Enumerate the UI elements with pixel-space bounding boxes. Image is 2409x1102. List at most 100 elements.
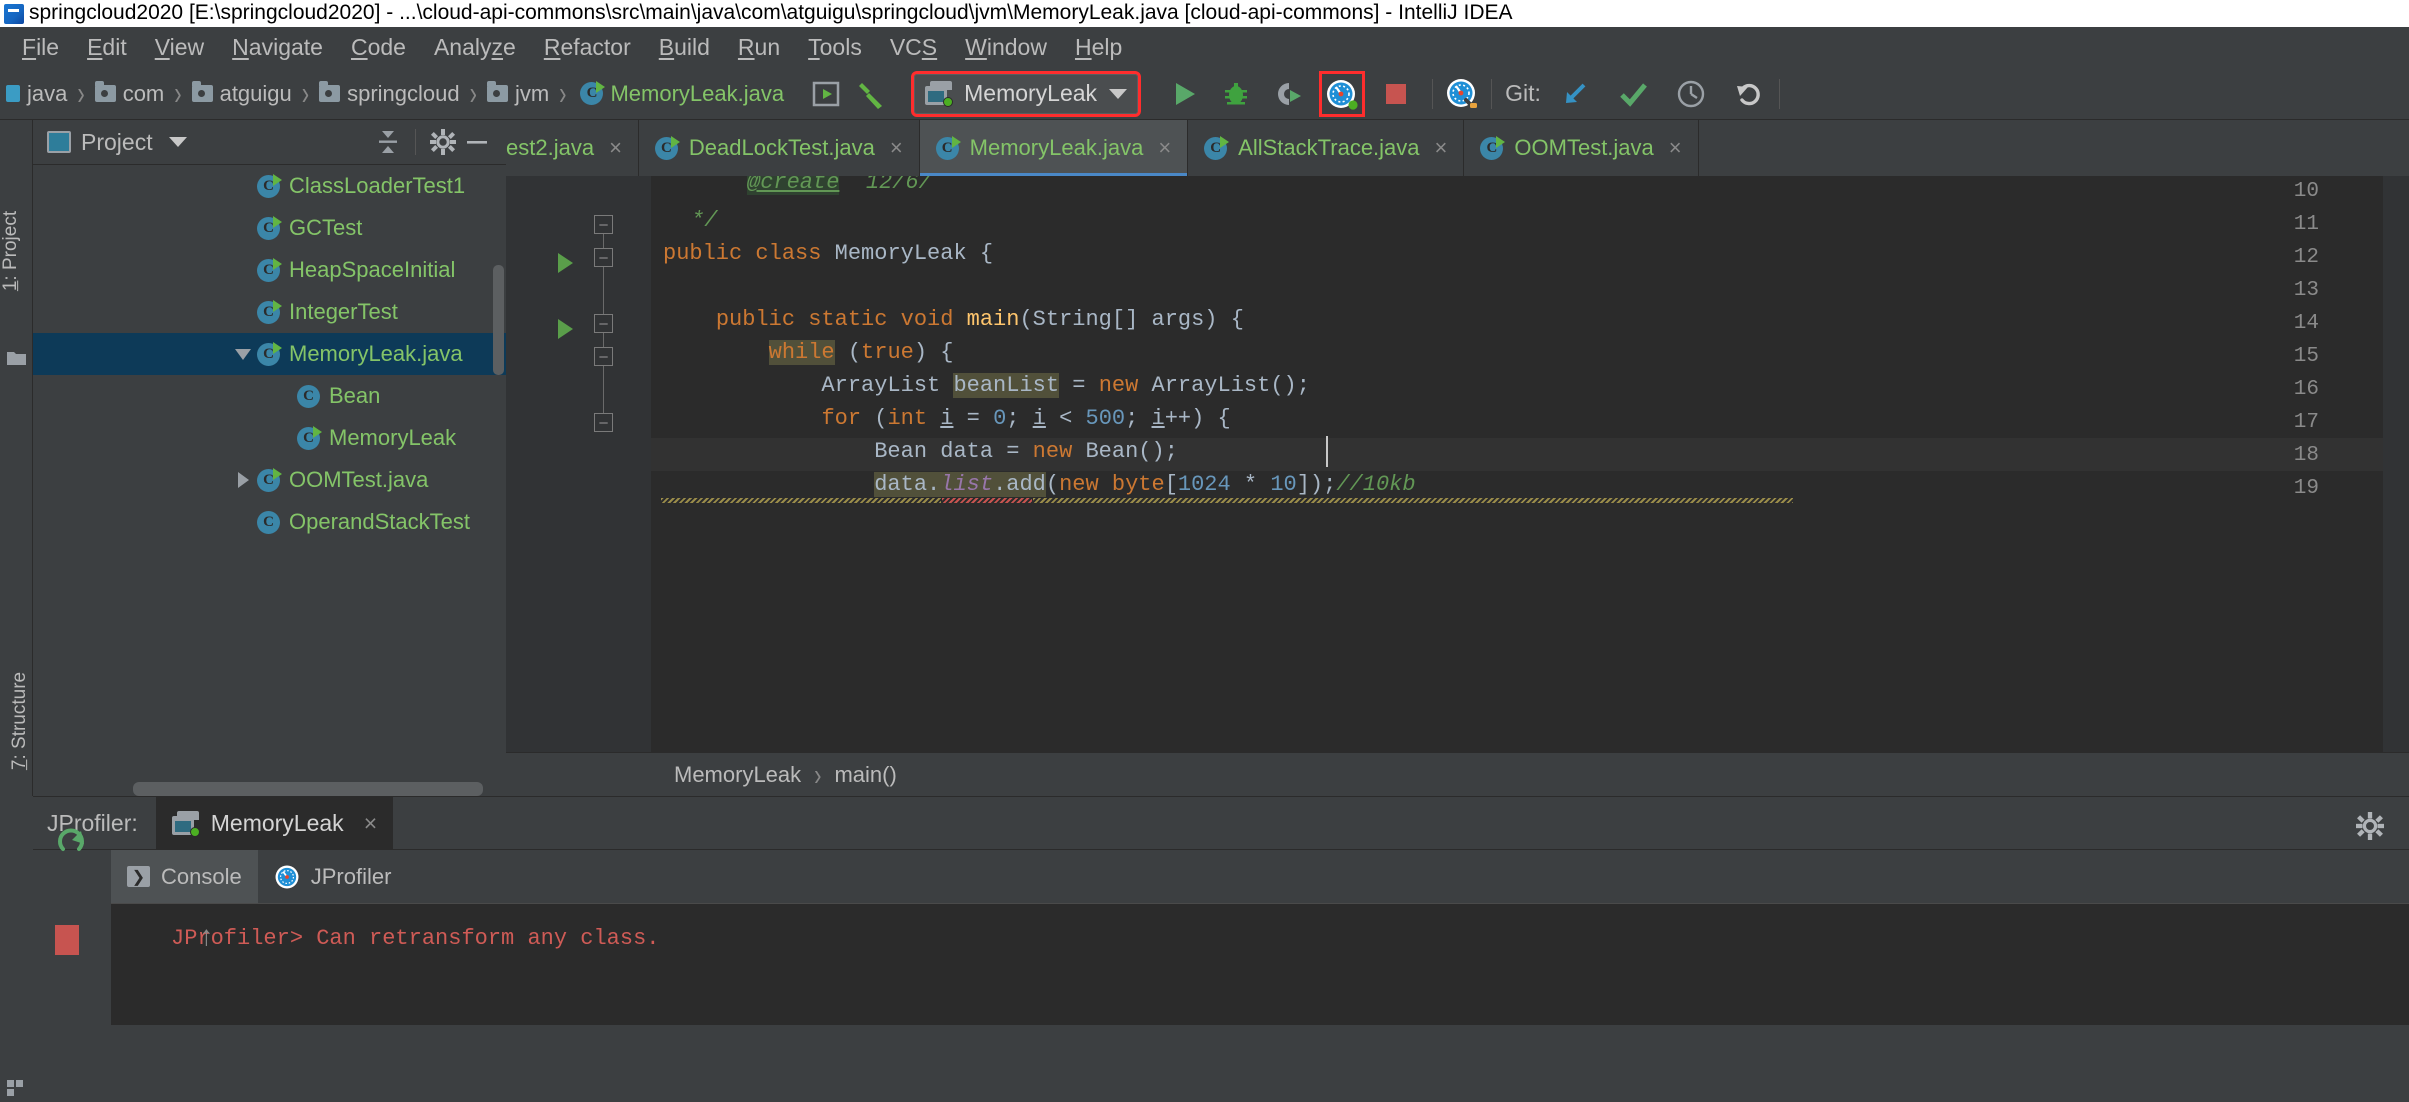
jprofiler-run-button[interactable] <box>1319 70 1366 117</box>
folder-stripe-icon[interactable] <box>7 350 26 367</box>
chevron-down-icon[interactable] <box>1109 88 1128 99</box>
run-button[interactable] <box>1164 74 1204 114</box>
folder-icon <box>94 81 116 102</box>
tree-item-oomtest-java[interactable]: C OOMTest.java <box>33 459 506 501</box>
editor-tab-memoryleak[interactable]: C MemoryLeak.java × <box>919 120 1189 176</box>
folder-icon <box>319 81 341 102</box>
close-icon[interactable]: × <box>609 135 622 161</box>
gear-icon[interactable] <box>2353 809 2387 843</box>
jprofiler-session-name: MemoryLeak <box>210 809 344 836</box>
breadcrumb-java[interactable]: java <box>6 81 67 107</box>
fold-icon[interactable]: – <box>594 413 613 432</box>
run-configuration-name: MemoryLeak <box>964 80 1098 106</box>
toolbar-divider <box>1778 78 1780 109</box>
editor-marker-stripe[interactable] <box>2383 176 2409 796</box>
fold-icon[interactable]: – <box>594 248 613 267</box>
project-tree-scrollbar-vertical[interactable] <box>493 265 504 375</box>
folder-icon <box>486 81 508 102</box>
hide-panel-icon[interactable] <box>460 125 494 159</box>
editor-tab-bar: est2.java × C DeadLockTest.java × C Memo… <box>506 120 2409 176</box>
menu-tools[interactable]: Tools <box>794 33 876 62</box>
chevron-down-icon[interactable] <box>168 137 187 147</box>
code-line-16: ArrayList beanList = new ArrayList(); <box>663 373 1310 398</box>
run-with-coverage-button[interactable] <box>1268 74 1308 114</box>
build-project-hammer-icon[interactable] <box>852 74 892 114</box>
stripe-button-structure[interactable]: 7: Structure <box>9 672 31 770</box>
project-tree[interactable]: C ClassLoaderTest1 C GCTest C HeapSpaceI… <box>33 165 506 796</box>
close-icon[interactable]: × <box>1435 135 1448 161</box>
breadcrumb-atguigu[interactable]: atguigu <box>191 81 292 107</box>
tree-item-heapspaceinitial[interactable]: C HeapSpaceInitial <box>33 249 506 291</box>
fold-icon[interactable]: – <box>594 215 613 234</box>
gear-icon[interactable] <box>426 125 460 159</box>
subtab-jprofiler[interactable]: JProfiler <box>258 850 408 904</box>
close-icon[interactable]: × <box>1669 135 1682 161</box>
console-output[interactable]: ↑ JProfiler> Can retransform any class. <box>111 903 2409 1025</box>
menu-analyze[interactable]: Analyze <box>420 33 530 62</box>
menu-help[interactable]: Help <box>1061 33 1136 62</box>
close-icon[interactable]: × <box>890 135 903 161</box>
history-icon[interactable] <box>1671 74 1711 114</box>
update-project-icon[interactable] <box>1555 74 1595 114</box>
breadcrumb-memoryleak-file[interactable]: C MemoryLeak.java <box>580 81 784 107</box>
editor-gutter[interactable] <box>506 176 651 796</box>
breadcrumb-method[interactable]: main() <box>834 762 896 788</box>
editor-tab-deadlocktest[interactable]: C DeadLockTest.java × <box>638 120 920 176</box>
menu-run[interactable]: Run <box>724 33 794 62</box>
tree-item-operandstacktest[interactable]: C OperandStackTest <box>33 501 506 543</box>
tree-item-memoryleak-class[interactable]: C MemoryLeak <box>33 417 506 459</box>
editor-tab-oomtest[interactable]: C OOMTest.java × <box>1464 120 1699 176</box>
rerun-icon[interactable] <box>55 825 89 864</box>
fold-icon[interactable]: – <box>594 347 613 366</box>
collapse-all-icon[interactable] <box>371 125 405 159</box>
project-tree-scrollbar-horizontal[interactable] <box>133 782 483 796</box>
breadcrumb-class[interactable]: MemoryLeak <box>674 762 801 788</box>
debug-button[interactable] <box>1216 74 1256 114</box>
editor-tab-allstacktrace[interactable]: C AllStackTrace.java × <box>1188 120 1465 176</box>
run-configuration-selector[interactable]: MemoryLeak <box>911 70 1142 117</box>
stop-icon[interactable] <box>55 925 79 955</box>
tree-item-memoryleak-java[interactable]: C MemoryLeak.java <box>33 333 506 375</box>
breadcrumb-springcloud[interactable]: springcloud <box>319 81 460 107</box>
git-label: Git: <box>1505 80 1541 106</box>
tree-twisty-expanded[interactable] <box>229 348 257 360</box>
console-output-line: JProfiler> Can retransform any class. <box>171 926 660 951</box>
select-run-configuration-icon[interactable] <box>806 74 846 114</box>
tree-item-classloadertest1[interactable]: C ClassLoaderTest1 <box>33 165 506 207</box>
gutter-run-marker-main[interactable] <box>558 319 573 339</box>
menu-code[interactable]: Code <box>337 33 420 62</box>
editor-tab-est2[interactable]: est2.java × <box>506 120 639 176</box>
code-editor[interactable]: 10 11 12 13 14 15 16 17 18 19 – – – – – … <box>506 176 2409 796</box>
menu-refactor[interactable]: Refactor <box>530 33 645 62</box>
jprofiler-attach-button[interactable] <box>1442 74 1482 114</box>
breadcrumb-com[interactable]: com <box>94 81 164 107</box>
menu-file[interactable]: File <box>8 33 73 62</box>
stripe-button-project[interactable]: 1: Project <box>0 211 22 291</box>
menu-view[interactable]: View <box>141 33 218 62</box>
code-line-10: @create 12/6/ <box>747 176 932 199</box>
toolbar-divider <box>1432 78 1434 109</box>
editor-area: est2.java × C DeadLockTest.java × C Memo… <box>506 120 2409 796</box>
stop-button[interactable] <box>1376 74 1416 114</box>
menu-build[interactable]: Build <box>645 33 724 62</box>
tree-item-integertest[interactable]: C IntegerTest <box>33 291 506 333</box>
subtab-console[interactable]: ❯ Console <box>111 849 258 904</box>
breadcrumb-jvm[interactable]: jvm <box>486 81 549 107</box>
commit-icon[interactable] <box>1613 74 1653 114</box>
tree-twisty-collapsed[interactable] <box>229 472 257 488</box>
tree-item-gctest[interactable]: C GCTest <box>33 207 506 249</box>
menu-navigate[interactable]: Navigate <box>218 33 337 62</box>
close-icon[interactable]: × <box>1158 135 1171 161</box>
rollback-icon[interactable] <box>1729 74 1769 114</box>
tree-item-bean[interactable]: C Bean <box>33 375 506 417</box>
build-variants-stripe-icon[interactable] <box>7 1080 26 1097</box>
gutter-run-marker-class[interactable] <box>558 253 573 273</box>
code-text[interactable]: @create 12/6/ */ public class MemoryLeak… <box>651 176 2409 796</box>
close-icon[interactable]: × <box>364 810 377 837</box>
fold-icon[interactable]: – <box>594 314 613 333</box>
scroll-up-icon[interactable]: ↑ <box>198 923 215 954</box>
menu-window[interactable]: Window <box>951 33 1061 62</box>
menu-edit[interactable]: Edit <box>73 33 141 62</box>
jprofiler-session-tab[interactable]: MemoryLeak × <box>155 797 394 849</box>
menu-vcs[interactable]: VCS <box>876 33 951 62</box>
